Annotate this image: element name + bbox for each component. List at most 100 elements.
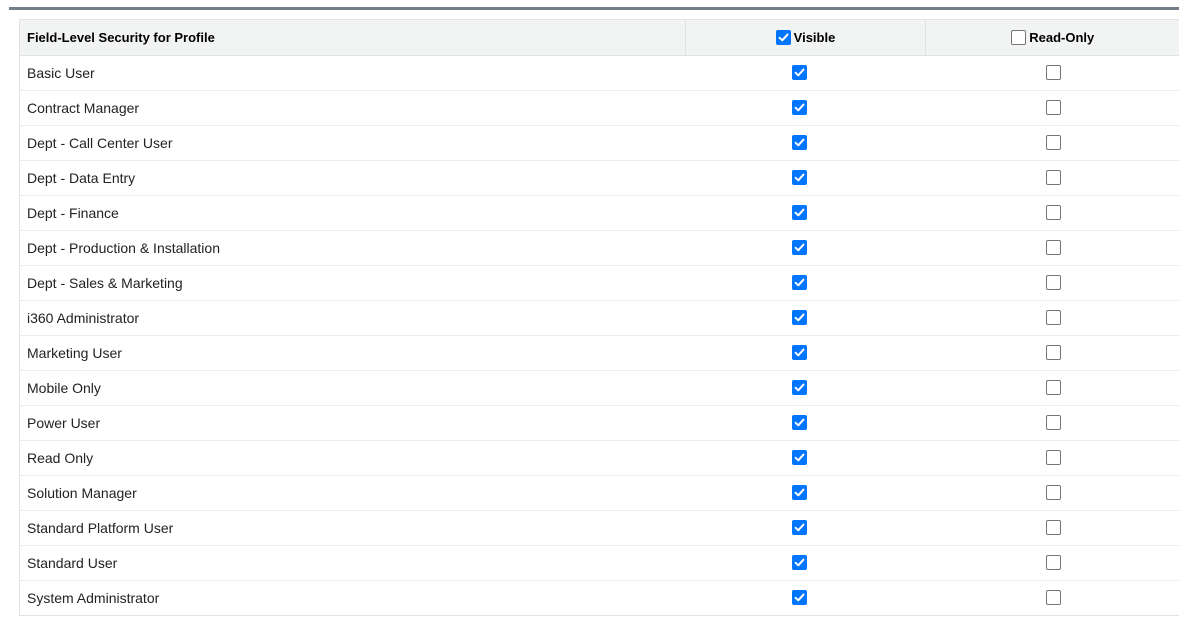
read-only-cell [925, 90, 1179, 126]
profile-name-cell: Mobile Only [19, 370, 686, 406]
read-only-cell [925, 475, 1179, 511]
profile-name-cell: Read Only [19, 440, 686, 476]
visible-column-header-label: Visible [793, 29, 836, 45]
read-only-column-header: Read-Only [925, 19, 1179, 56]
profile-name-cell: Power User [19, 405, 686, 441]
read-only-cell [925, 195, 1179, 231]
table-row: Contract Manager [19, 90, 1179, 126]
visible-checkbox[interactable] [792, 485, 807, 501]
visible-cell [685, 125, 926, 161]
top-divider [9, 7, 1179, 10]
table-header-row: Field-Level Security for Profile Visible… [19, 19, 1179, 56]
visible-checkbox[interactable] [792, 555, 807, 571]
profile-name-cell: Dept - Finance [19, 195, 686, 231]
read-only-cell [925, 440, 1179, 476]
profile-name-cell: Standard Platform User [19, 510, 686, 546]
read-only-checkbox[interactable] [1046, 275, 1061, 291]
read-only-checkbox[interactable] [1046, 65, 1061, 81]
profile-name-cell: Basic User [19, 55, 686, 91]
read-only-cell [925, 230, 1179, 266]
visible-checkbox[interactable] [792, 590, 807, 606]
table-row: Standard User [19, 545, 1179, 581]
read-only-checkbox[interactable] [1046, 555, 1061, 571]
visible-checkbox[interactable] [792, 415, 807, 431]
visible-cell [685, 440, 926, 476]
read-only-checkbox[interactable] [1046, 590, 1061, 606]
visible-checkbox[interactable] [792, 135, 807, 151]
visible-cell [685, 545, 926, 581]
table-row: Read Only [19, 440, 1179, 476]
table-row: Dept - Call Center User [19, 125, 1179, 161]
visible-cell [685, 195, 926, 231]
profile-column-header-label: Field-Level Security for Profile [27, 30, 215, 45]
visible-checkbox[interactable] [792, 310, 807, 326]
read-only-select-all-checkbox[interactable] [1011, 29, 1027, 45]
visible-cell [685, 160, 926, 196]
read-only-cell [925, 160, 1179, 196]
profile-name-cell: Contract Manager [19, 90, 686, 126]
page-frame: Field-Level Security for Profile Visible… [0, 0, 1179, 619]
profile-name-cell: Marketing User [19, 335, 686, 371]
visible-cell [685, 300, 926, 336]
profile-name-cell: Dept - Call Center User [19, 125, 686, 161]
profile-name-cell: Dept - Data Entry [19, 160, 686, 196]
read-only-checkbox[interactable] [1046, 345, 1061, 361]
visible-column-header: Visible [685, 19, 926, 56]
visible-cell [685, 230, 926, 266]
visible-checkbox[interactable] [792, 275, 807, 291]
visible-cell [685, 335, 926, 371]
visible-checkbox[interactable] [792, 520, 807, 536]
visible-select-all-checkbox[interactable] [775, 29, 791, 45]
read-only-checkbox[interactable] [1046, 310, 1061, 326]
visible-checkbox[interactable] [792, 100, 807, 116]
read-only-cell [925, 300, 1179, 336]
visible-checkbox[interactable] [792, 345, 807, 361]
read-only-cell [925, 335, 1179, 371]
table-row: Marketing User [19, 335, 1179, 371]
read-only-cell [925, 125, 1179, 161]
read-only-checkbox[interactable] [1046, 170, 1061, 186]
visible-cell [685, 55, 926, 91]
profile-name-cell: i360 Administrator [19, 300, 686, 336]
profile-name-cell: System Administrator [27, 590, 160, 606]
table-body: Basic User Contract Manager Dept - Call Ce… [19, 55, 1179, 616]
read-only-checkbox[interactable] [1046, 240, 1061, 256]
profile-name-cell: Solution Manager [19, 475, 686, 511]
visible-cell [685, 265, 926, 301]
read-only-cell [925, 510, 1179, 546]
visible-checkbox[interactable] [792, 450, 807, 466]
read-only-cell [926, 581, 1179, 616]
table-row: Solution Manager [19, 475, 1179, 511]
read-only-checkbox[interactable] [1046, 485, 1061, 501]
table-row: Standard Platform User [19, 510, 1179, 546]
profile-name-cell: Dept - Production & Installation [19, 230, 686, 266]
visible-checkbox[interactable] [792, 170, 807, 186]
read-only-cell [925, 405, 1179, 441]
read-only-checkbox[interactable] [1046, 450, 1061, 466]
visible-cell [685, 510, 926, 546]
read-only-checkbox[interactable] [1046, 205, 1061, 221]
visible-checkbox[interactable] [792, 205, 807, 221]
profile-name-cell: Dept - Sales & Marketing [19, 265, 686, 301]
table-row: System Administrator [20, 581, 1179, 616]
table-row: Mobile Only [19, 370, 1179, 406]
visible-checkbox[interactable] [792, 240, 807, 256]
read-only-cell [925, 370, 1179, 406]
read-only-checkbox[interactable] [1046, 380, 1061, 396]
read-only-cell [925, 55, 1179, 91]
visible-cell [685, 405, 926, 441]
visible-checkbox[interactable] [792, 65, 807, 81]
read-only-column-header-label: Read-Only [1029, 29, 1095, 45]
table-row: Power User [19, 405, 1179, 441]
field-level-security-table: Field-Level Security for Profile Visible… [19, 19, 1179, 616]
read-only-checkbox[interactable] [1046, 100, 1061, 116]
read-only-checkbox[interactable] [1046, 135, 1061, 151]
visible-checkbox[interactable] [792, 380, 807, 396]
visible-cell [685, 90, 926, 126]
table-row: Dept - Finance [19, 195, 1179, 231]
read-only-checkbox[interactable] [1046, 415, 1061, 431]
read-only-checkbox[interactable] [1046, 520, 1061, 536]
table-row: Dept - Production & Installation [19, 230, 1179, 266]
visible-cell [685, 370, 926, 406]
table-row: Basic User [19, 55, 1179, 91]
